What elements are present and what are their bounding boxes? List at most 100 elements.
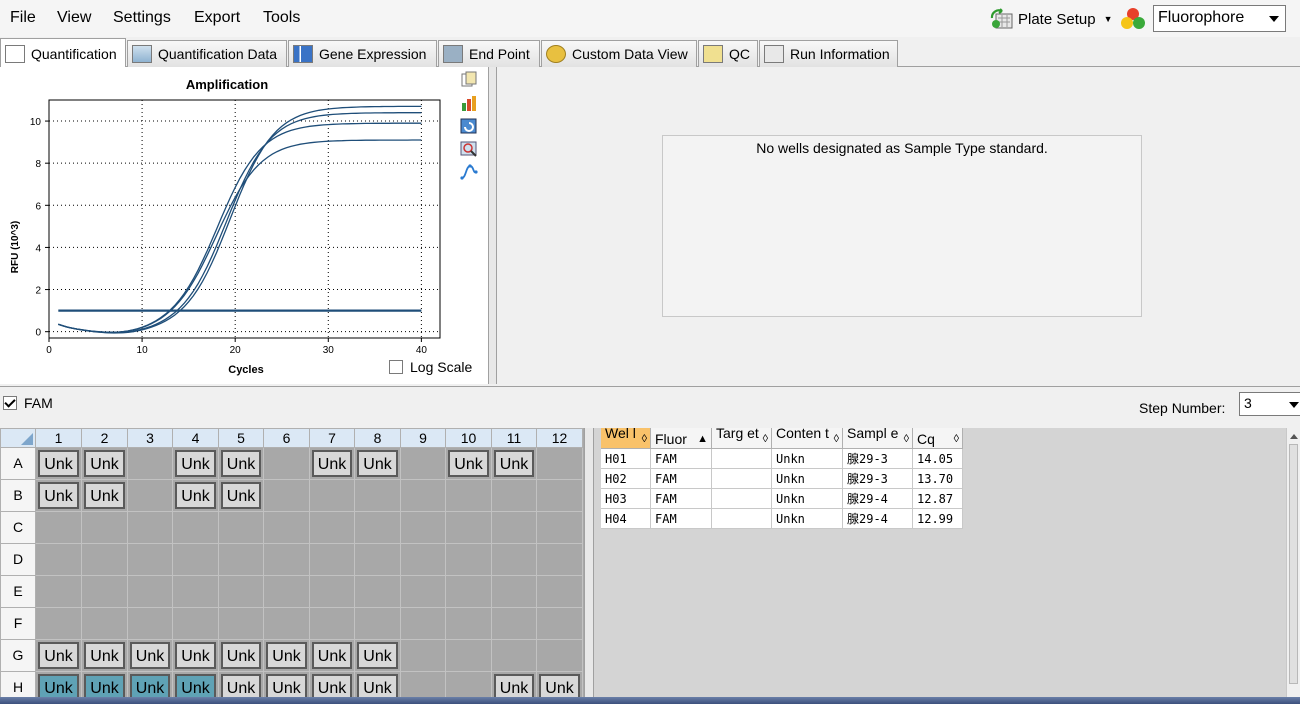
- plate-well[interactable]: [401, 448, 446, 480]
- menu-export[interactable]: Export: [194, 9, 240, 27]
- tab-end-point[interactable]: End Point: [438, 40, 540, 67]
- plate-well[interactable]: [446, 640, 492, 672]
- plate-well[interactable]: [82, 576, 128, 608]
- zoom-chart-icon[interactable]: [460, 140, 478, 158]
- plate-well[interactable]: [310, 480, 355, 512]
- panel-splitter[interactable]: [489, 67, 497, 384]
- plate-row-header[interactable]: G: [0, 640, 36, 672]
- plate-well[interactable]: [355, 576, 401, 608]
- table-column-header[interactable]: Conten t ◊: [772, 428, 843, 449]
- plate-well[interactable]: [219, 608, 264, 640]
- tab-quantification[interactable]: Quantification: [0, 38, 126, 68]
- plate-well[interactable]: [537, 512, 583, 544]
- plate-well[interactable]: [128, 448, 173, 480]
- plate-well[interactable]: Unk: [219, 640, 264, 672]
- plate-column-header[interactable]: 10: [446, 428, 492, 448]
- scroll-up-icon[interactable]: [1290, 434, 1298, 439]
- plate-column-header[interactable]: 4: [173, 428, 219, 448]
- plate-well[interactable]: [82, 512, 128, 544]
- plate-column-header[interactable]: 3: [128, 428, 173, 448]
- plate-column-header[interactable]: 12: [537, 428, 583, 448]
- plate-well[interactable]: [446, 608, 492, 640]
- plate-well[interactable]: [537, 576, 583, 608]
- vertical-scrollbar[interactable]: [1286, 428, 1300, 704]
- scroll-thumb[interactable]: [1289, 444, 1298, 684]
- plate-well[interactable]: [173, 576, 219, 608]
- table-row[interactable]: H04 FAM Unkn 腺29-4 12.99: [601, 509, 963, 529]
- plate-well[interactable]: Unk: [310, 448, 355, 480]
- table-column-header[interactable]: Wel l ◊: [601, 428, 651, 449]
- plate-well[interactable]: [219, 512, 264, 544]
- plate-well[interactable]: [446, 576, 492, 608]
- plate-well[interactable]: [310, 608, 355, 640]
- plate-well[interactable]: Unk: [173, 640, 219, 672]
- table-row[interactable]: H03 FAM Unkn 腺29-4 12.87: [601, 489, 963, 509]
- log-scale-box[interactable]: [389, 360, 403, 374]
- plate-well[interactable]: [355, 480, 401, 512]
- plate-well[interactable]: [128, 480, 173, 512]
- plate-well[interactable]: [219, 576, 264, 608]
- export-chart-icon[interactable]: [460, 94, 478, 112]
- sort-icon[interactable]: ◊: [642, 428, 647, 448]
- plate-well[interactable]: [219, 544, 264, 576]
- plate-select-all[interactable]: [0, 428, 36, 448]
- table-row[interactable]: H01 FAM Unkn 腺29-3 14.05: [601, 449, 963, 469]
- table-column-header[interactable]: Targ et ◊: [712, 428, 772, 449]
- plate-row-header[interactable]: A: [0, 448, 36, 480]
- plate-column-header[interactable]: 1: [36, 428, 82, 448]
- plate-well[interactable]: [310, 576, 355, 608]
- tab-gene-expression[interactable]: Gene Expression: [288, 40, 437, 67]
- plate-well[interactable]: Unk: [82, 640, 128, 672]
- fam-check-box[interactable]: [3, 396, 17, 410]
- sort-icon[interactable]: ▲: [697, 428, 708, 448]
- plate-well[interactable]: Unk: [492, 448, 537, 480]
- tab-run-information[interactable]: Run Information: [759, 40, 898, 67]
- curve-tool-icon[interactable]: [460, 163, 478, 181]
- plate-well[interactable]: [264, 480, 310, 512]
- plate-well[interactable]: [36, 576, 82, 608]
- refresh-chart-icon[interactable]: [460, 117, 478, 135]
- plate-well[interactable]: Unk: [310, 640, 355, 672]
- plate-well[interactable]: Unk: [219, 480, 264, 512]
- plate-well[interactable]: [492, 576, 537, 608]
- plate-well[interactable]: [128, 512, 173, 544]
- plate-column-header[interactable]: 11: [492, 428, 537, 448]
- plate-well[interactable]: [492, 512, 537, 544]
- plate-well[interactable]: [36, 544, 82, 576]
- plate-column-header[interactable]: 8: [355, 428, 401, 448]
- plate-well[interactable]: [446, 544, 492, 576]
- plate-well[interactable]: Unk: [173, 480, 219, 512]
- plate-well[interactable]: [492, 640, 537, 672]
- plate-row-header[interactable]: E: [0, 576, 36, 608]
- plate-well[interactable]: [173, 512, 219, 544]
- fam-checkbox[interactable]: FAM: [3, 395, 53, 411]
- table-column-header[interactable]: Sampl e ◊: [843, 428, 913, 449]
- plate-column-header[interactable]: 9: [401, 428, 446, 448]
- plate-well[interactable]: [401, 544, 446, 576]
- plate-well[interactable]: [264, 448, 310, 480]
- plate-well[interactable]: [537, 480, 583, 512]
- fluorophore-select[interactable]: Fluorophore: [1153, 5, 1286, 32]
- plate-well[interactable]: [401, 576, 446, 608]
- plate-well[interactable]: Unk: [82, 448, 128, 480]
- table-column-header[interactable]: Fluor ▲: [651, 428, 712, 449]
- plate-well[interactable]: [537, 544, 583, 576]
- tab-quantification-data[interactable]: Quantification Data: [127, 40, 287, 67]
- plate-well[interactable]: [492, 544, 537, 576]
- log-scale-checkbox[interactable]: Log Scale: [389, 359, 472, 375]
- plate-column-header[interactable]: 6: [264, 428, 310, 448]
- menu-view[interactable]: View: [57, 9, 91, 27]
- plate-well[interactable]: Unk: [36, 640, 82, 672]
- plate-well[interactable]: [537, 608, 583, 640]
- plate-column-header[interactable]: 2: [82, 428, 128, 448]
- plate-well[interactable]: [264, 512, 310, 544]
- plate-row-header[interactable]: C: [0, 512, 36, 544]
- plate-well[interactable]: Unk: [173, 448, 219, 480]
- plate-well[interactable]: [173, 544, 219, 576]
- plate-well[interactable]: Unk: [128, 640, 173, 672]
- plate-well[interactable]: [446, 512, 492, 544]
- tab-qc[interactable]: QC: [698, 40, 758, 67]
- plate-well[interactable]: [537, 448, 583, 480]
- sort-icon[interactable]: ◊: [954, 428, 959, 448]
- plate-well[interactable]: [310, 544, 355, 576]
